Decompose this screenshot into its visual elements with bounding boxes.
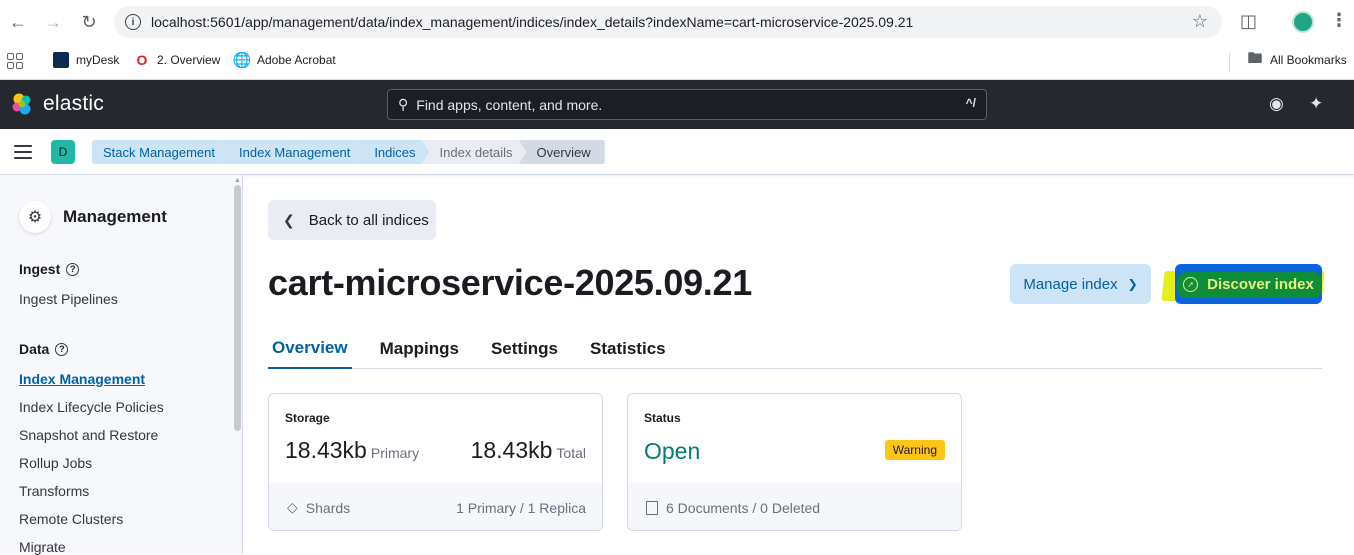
nav-item-index-management[interactable]: Index Management (19, 371, 145, 387)
bookmark-mydesk[interactable]: myDesk (53, 52, 119, 68)
search-icon: ⚲ (398, 96, 409, 112)
discover-index-button[interactable]: ➚ Discover index (1175, 264, 1322, 304)
shards-label: Shards (305, 499, 351, 516)
bookmarks-divider (1229, 52, 1230, 72)
extensions-icon[interactable]: ◫ (1240, 11, 1257, 32)
address-bar[interactable]: i localhost:5601/app/management/data/ind… (114, 6, 1222, 38)
side-nav: ▲ ⚙ Management Ingest ? Ingest Pipelines… (0, 175, 243, 555)
page-title: cart-microservice-2025.09.21 (268, 262, 752, 303)
storage-primary-value: 18.43kb (285, 437, 367, 463)
storage-primary-unit: Primary (370, 445, 420, 461)
storage-total-value: 18.43kb (470, 437, 553, 463)
document-icon (646, 500, 658, 515)
browser-menu-icon[interactable]: ⋮ (1330, 10, 1348, 31)
breadcrumb-indices[interactable]: Indices (356, 140, 429, 164)
tab-statistics[interactable]: Statistics (586, 328, 670, 369)
breadcrumb-bar: D Stack Management Index Management Indi… (0, 129, 1354, 175)
bookmarks-bar: myDesk O 2. Overview 🌐 Adobe Acrobat 🖿 A… (0, 44, 1354, 80)
breadcrumb: Stack Management Index Management Indice… (92, 140, 605, 164)
manage-index-button[interactable]: Manage index ❯ (1010, 264, 1151, 304)
back-arrow-icon[interactable]: ← (7, 11, 29, 33)
mydesk-icon (53, 52, 69, 68)
brand-name[interactable]: elastic (43, 92, 104, 116)
status-card-label: Status (644, 411, 681, 425)
status-badge: Warning (884, 440, 945, 460)
documents-row: 6 Documents / 0 Deleted (628, 483, 961, 530)
nav-group-label: Ingest (19, 261, 61, 277)
address-url[interactable]: localhost:5601/app/management/data/index… (151, 14, 913, 30)
nav-item-transforms[interactable]: Transforms (19, 483, 89, 499)
sidenav-title: Management (63, 207, 167, 226)
nav-group-data: Data ? (19, 341, 69, 357)
storage-total: 18.43kb Total (471, 437, 586, 464)
storage-primary: 18.43kb Primary (285, 437, 419, 464)
all-bookmarks[interactable]: 🖿 All Bookmarks (1247, 49, 1347, 68)
discover-index-content: ➚ Discover index (1183, 276, 1314, 293)
manage-index-label: Manage index (1023, 275, 1118, 293)
forward-arrow-icon[interactable]: → (42, 11, 64, 33)
nav-item-migrate[interactable]: Migrate (19, 539, 66, 555)
nav-item-snapshot-restore[interactable]: Snapshot and Restore (19, 427, 158, 443)
tab-overview[interactable]: Overview (268, 328, 352, 369)
search-placeholder: Find apps, content, and more. (416, 96, 603, 113)
site-info-icon[interactable]: i (125, 14, 141, 30)
apps-grid-icon[interactable] (7, 53, 23, 69)
nav-item-ingest-pipelines[interactable]: Ingest Pipelines (19, 291, 118, 307)
nav-group-ingest: Ingest ? (19, 261, 80, 277)
shards-row: ◇ Shards 1 Primary / 1 Replica (269, 483, 602, 530)
sidenav-scrollbar[interactable] (234, 185, 241, 431)
index-detail-tabs: Overview Mappings Settings Statistics (268, 328, 1322, 369)
star-icon[interactable]: ☆ (1192, 11, 1208, 32)
shards-value: 1 Primary / 1 Replica (456, 499, 586, 516)
elastic-logo-icon[interactable] (10, 92, 34, 116)
browser-toolbar: ← → ↻ i localhost:5601/app/management/da… (0, 0, 1354, 44)
profile-avatar[interactable] (1292, 11, 1314, 33)
global-search-input[interactable]: ⚲ Find apps, content, and more. ^/ (387, 89, 987, 120)
bookmark-label: Adobe Acrobat (257, 53, 336, 67)
all-bookmarks-label: All Bookmarks (1270, 53, 1347, 67)
storage-card-label: Storage (285, 411, 330, 425)
scroll-up-icon[interactable]: ▲ (234, 177, 241, 184)
tab-mappings[interactable]: Mappings (376, 328, 463, 369)
bookmark-overview[interactable]: O 2. Overview (134, 52, 221, 68)
status-card: Status Open Warning 6 Documents / 0 Dele… (627, 393, 962, 531)
breadcrumb-overview: Overview (518, 140, 605, 164)
bookmark-label: myDesk (76, 53, 120, 67)
kibana-header: elastic ⚲ Find apps, content, and more. … (0, 80, 1354, 129)
nav-item-remote-clusters[interactable]: Remote Clusters (19, 511, 123, 527)
menu-toggle-icon[interactable] (14, 145, 32, 159)
breadcrumb-index-management[interactable]: Index Management (221, 140, 364, 164)
back-to-indices-button[interactable]: ❮ Back to all indices (268, 200, 436, 240)
bookmark-label: 2. Overview (157, 53, 221, 67)
nav-item-ilm-policies[interactable]: Index Lifecycle Policies (19, 399, 164, 415)
nav-group-label: Data (19, 341, 50, 357)
folder-icon: 🖿 (1247, 49, 1263, 67)
nav-item-rollup-jobs[interactable]: Rollup Jobs (19, 455, 92, 471)
gear-icon: ⚙ (19, 201, 51, 233)
help-icon[interactable]: ? (55, 342, 69, 356)
breadcrumb-index-details: Index details (422, 140, 527, 164)
search-shortcut: ^/ (965, 96, 976, 110)
compass-icon: ➚ (1183, 276, 1199, 292)
chevron-down-icon: ❯ (1127, 277, 1138, 291)
tab-settings[interactable]: Settings (487, 328, 562, 369)
storage-card: Storage 18.43kb Primary 18.43kb Total ◇ Sh… (268, 393, 603, 531)
reload-icon[interactable]: ↻ (78, 11, 100, 33)
space-avatar[interactable]: D (51, 140, 75, 164)
bookmark-adobe[interactable]: 🌐 Adobe Acrobat (232, 52, 336, 69)
documents-value: 6 Documents / 0 Deleted (666, 499, 821, 516)
globe-icon: 🌐 (232, 52, 252, 69)
chevron-left-icon: ❮ (283, 211, 295, 228)
help-icon[interactable]: ? (66, 262, 80, 276)
discover-index-label: Discover index (1207, 275, 1314, 293)
storage-total-unit: Total (556, 445, 586, 461)
shards-diamond-icon: ◇ (287, 499, 298, 515)
news-feed-icon[interactable]: ✦ (1309, 94, 1323, 114)
help-lifebuoy-icon[interactable]: ◉ (1269, 94, 1284, 114)
back-button-label: Back to all indices (308, 211, 429, 229)
overview-icon: O (136, 52, 148, 68)
breadcrumb-stack-management[interactable]: Stack Management (92, 140, 229, 164)
status-value: Open (644, 438, 701, 464)
